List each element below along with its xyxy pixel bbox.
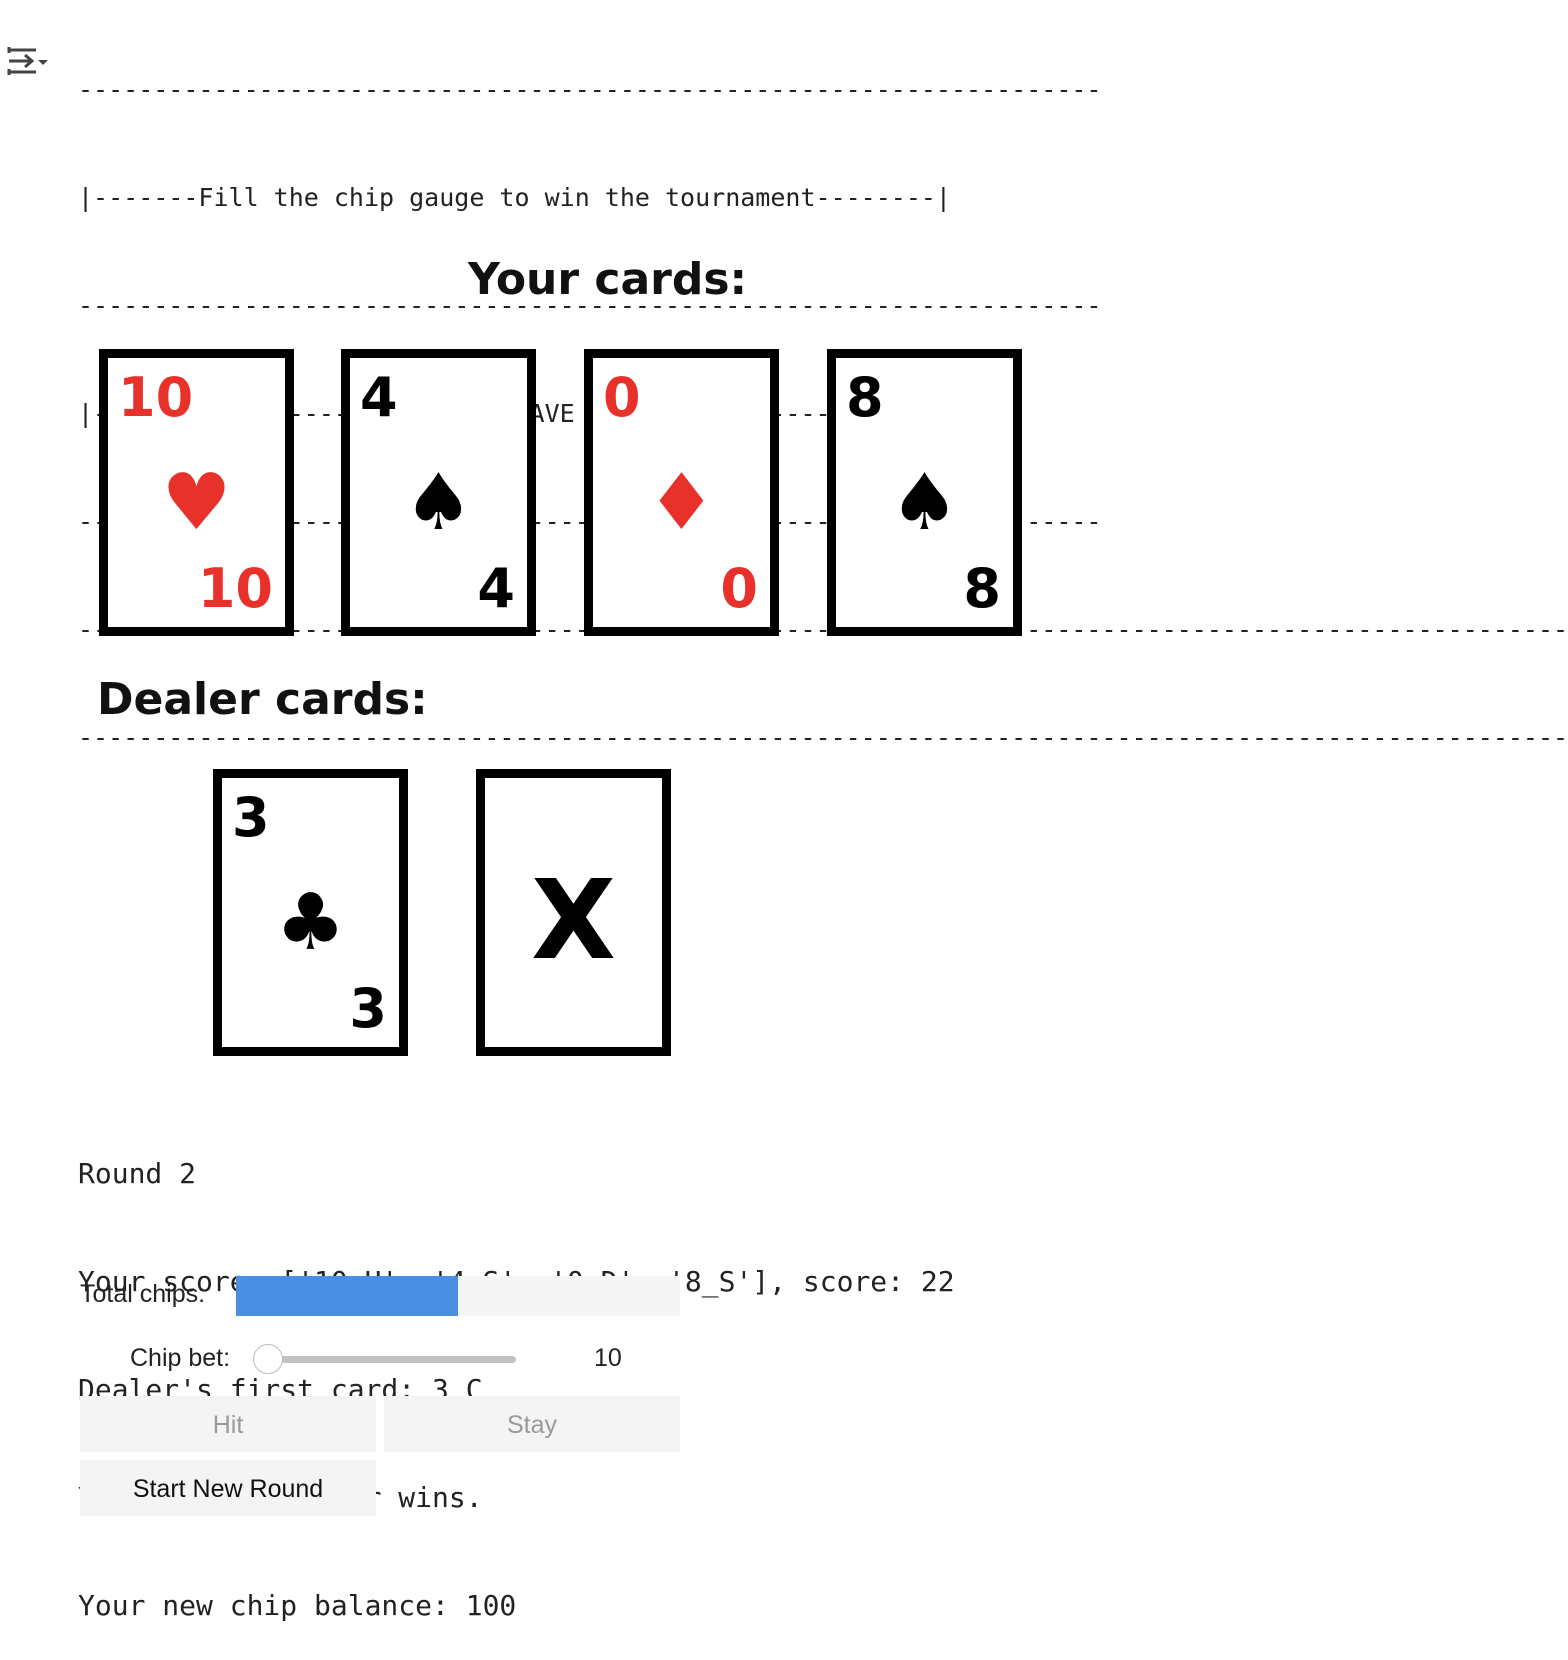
spade-suit-icon: ♠: [403, 458, 474, 548]
spade-suit-icon: ♠: [889, 458, 960, 548]
banner-line: |-------Fill the chip gauge to win the t…: [78, 183, 951, 212]
card-rank-top: 10: [118, 366, 194, 429]
card-rank-bottom: 10: [197, 557, 273, 620]
round-text: Round 2: [78, 1157, 197, 1190]
dealer-cards-heading: Dealer cards:: [97, 674, 428, 725]
start-new-round-button[interactable]: Start New Round: [80, 1460, 376, 1516]
diamond-suit-icon: ♦: [646, 458, 717, 548]
heart-suit-icon: ♥: [161, 458, 232, 548]
chip-bet-slider-track[interactable]: [268, 1356, 516, 1363]
banner-line: ----------------------------------------…: [78, 291, 1102, 320]
chip-bet-slider-handle[interactable]: [253, 1344, 283, 1374]
banner-line: ----------------------------------------…: [78, 723, 1568, 752]
dealer-card-1: 3 ♣ 3: [213, 769, 408, 1056]
card-rank-top: 0: [603, 366, 641, 429]
player-card-2: 4 ♠ 4: [341, 349, 536, 636]
chip-gauge-fill: [236, 1276, 458, 1316]
output-toggle-icon[interactable]: [6, 44, 50, 80]
player-card-1: 10 ♥ 10: [99, 349, 294, 636]
dealer-hidden-card: X: [476, 769, 671, 1056]
card-rank-bottom: 8: [963, 557, 1001, 620]
card-rank-top: 4: [360, 366, 398, 429]
stay-button[interactable]: Stay: [384, 1396, 680, 1452]
banner-line: ----------------------------------------…: [78, 615, 1568, 644]
card-rank-bottom: 3: [349, 977, 387, 1040]
club-suit-icon: ♣: [275, 878, 346, 968]
card-rank-bottom: 4: [477, 557, 515, 620]
chip-gauge: [236, 1276, 680, 1316]
banner-line: ----------------------------------------…: [78, 75, 1102, 104]
hit-button[interactable]: Hit: [80, 1396, 376, 1452]
player-card-3: 0 ♦ 0: [584, 349, 779, 636]
your-cards-heading: Your cards:: [468, 254, 748, 305]
total-chips-label: Total chips:: [80, 1280, 206, 1308]
banner-line: ----------------------------------------…: [78, 504, 1568, 540]
player-card-4: 8 ♠ 8: [827, 349, 1022, 636]
card-rank-top: 3: [232, 786, 270, 849]
banner-line: |-----------------GOOD LUCK. HAVE FUN---…: [78, 399, 921, 428]
card-rank-bottom: 0: [720, 557, 758, 620]
hidden-card-mark: X: [531, 856, 616, 984]
card-rank-top: 8: [846, 366, 884, 429]
balance-text: Your new chip balance: 100: [78, 1589, 517, 1622]
chip-bet-label: Chip bet:: [130, 1344, 231, 1372]
chip-bet-value: 10: [594, 1344, 622, 1372]
